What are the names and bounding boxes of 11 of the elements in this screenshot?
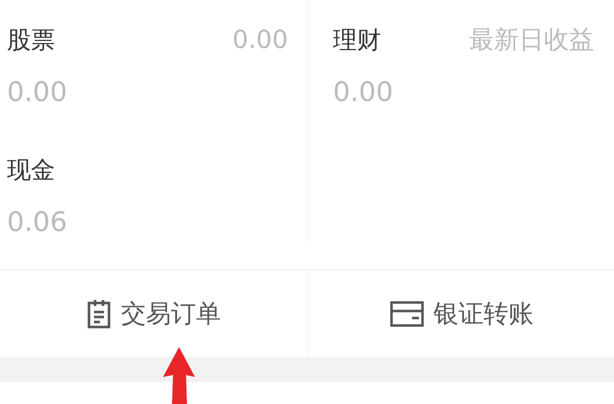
asset-note: 0.00 (232, 24, 288, 56)
asset-label: 现金 (7, 155, 55, 186)
clipboard-icon (87, 298, 111, 328)
arrow (162, 347, 196, 404)
asset-value: 0.06 (7, 206, 68, 240)
card-icon (390, 300, 424, 326)
asset-label: 理财 (333, 25, 381, 56)
asset-note: 最新日收益 (469, 24, 594, 56)
asset-value: 0.00 (7, 76, 68, 110)
asset-value: 0.00 (333, 76, 394, 110)
asset-label: 股票 (7, 25, 55, 56)
